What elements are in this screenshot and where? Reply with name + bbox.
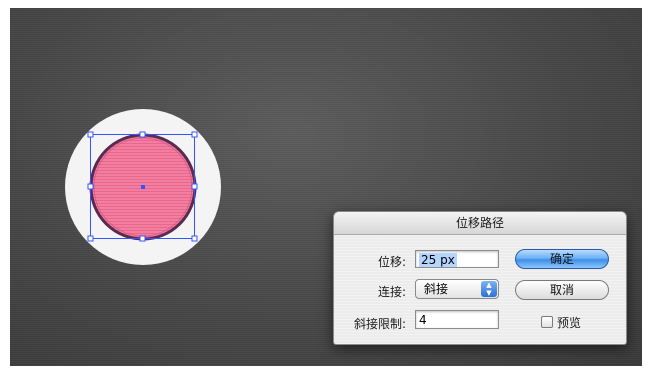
offset-field-value: 25 px	[419, 253, 457, 267]
offset-field[interactable]: 25 px	[415, 250, 499, 268]
joins-select[interactable]: 斜接 ▲ ▼	[415, 279, 499, 299]
joins-label: 连接:	[377, 285, 406, 299]
miter-limit-field[interactable]: 4	[415, 310, 499, 329]
miter-limit-label: 斜接限制:	[353, 317, 406, 331]
joins-select-value: 斜接	[424, 282, 449, 296]
offset-path-preview	[65, 109, 221, 265]
offset-label: 位移:	[377, 255, 406, 269]
cancel-button[interactable]: 取消	[515, 280, 609, 300]
center-point	[141, 185, 145, 189]
circle-artwork[interactable]	[64, 108, 222, 266]
ok-button[interactable]: 确定	[515, 249, 609, 269]
offset-path-dialog: 位移路径 位移: 25 px 连接: 斜接 ▲ ▼ 斜接限制: 4 确定 取消 预…	[333, 211, 627, 345]
updown-arrows-icon: ▲ ▼	[481, 281, 497, 297]
preview-label[interactable]: 预览	[557, 314, 581, 331]
preview-checkbox[interactable]	[541, 316, 553, 328]
dialog-title[interactable]: 位移路径	[334, 212, 626, 235]
